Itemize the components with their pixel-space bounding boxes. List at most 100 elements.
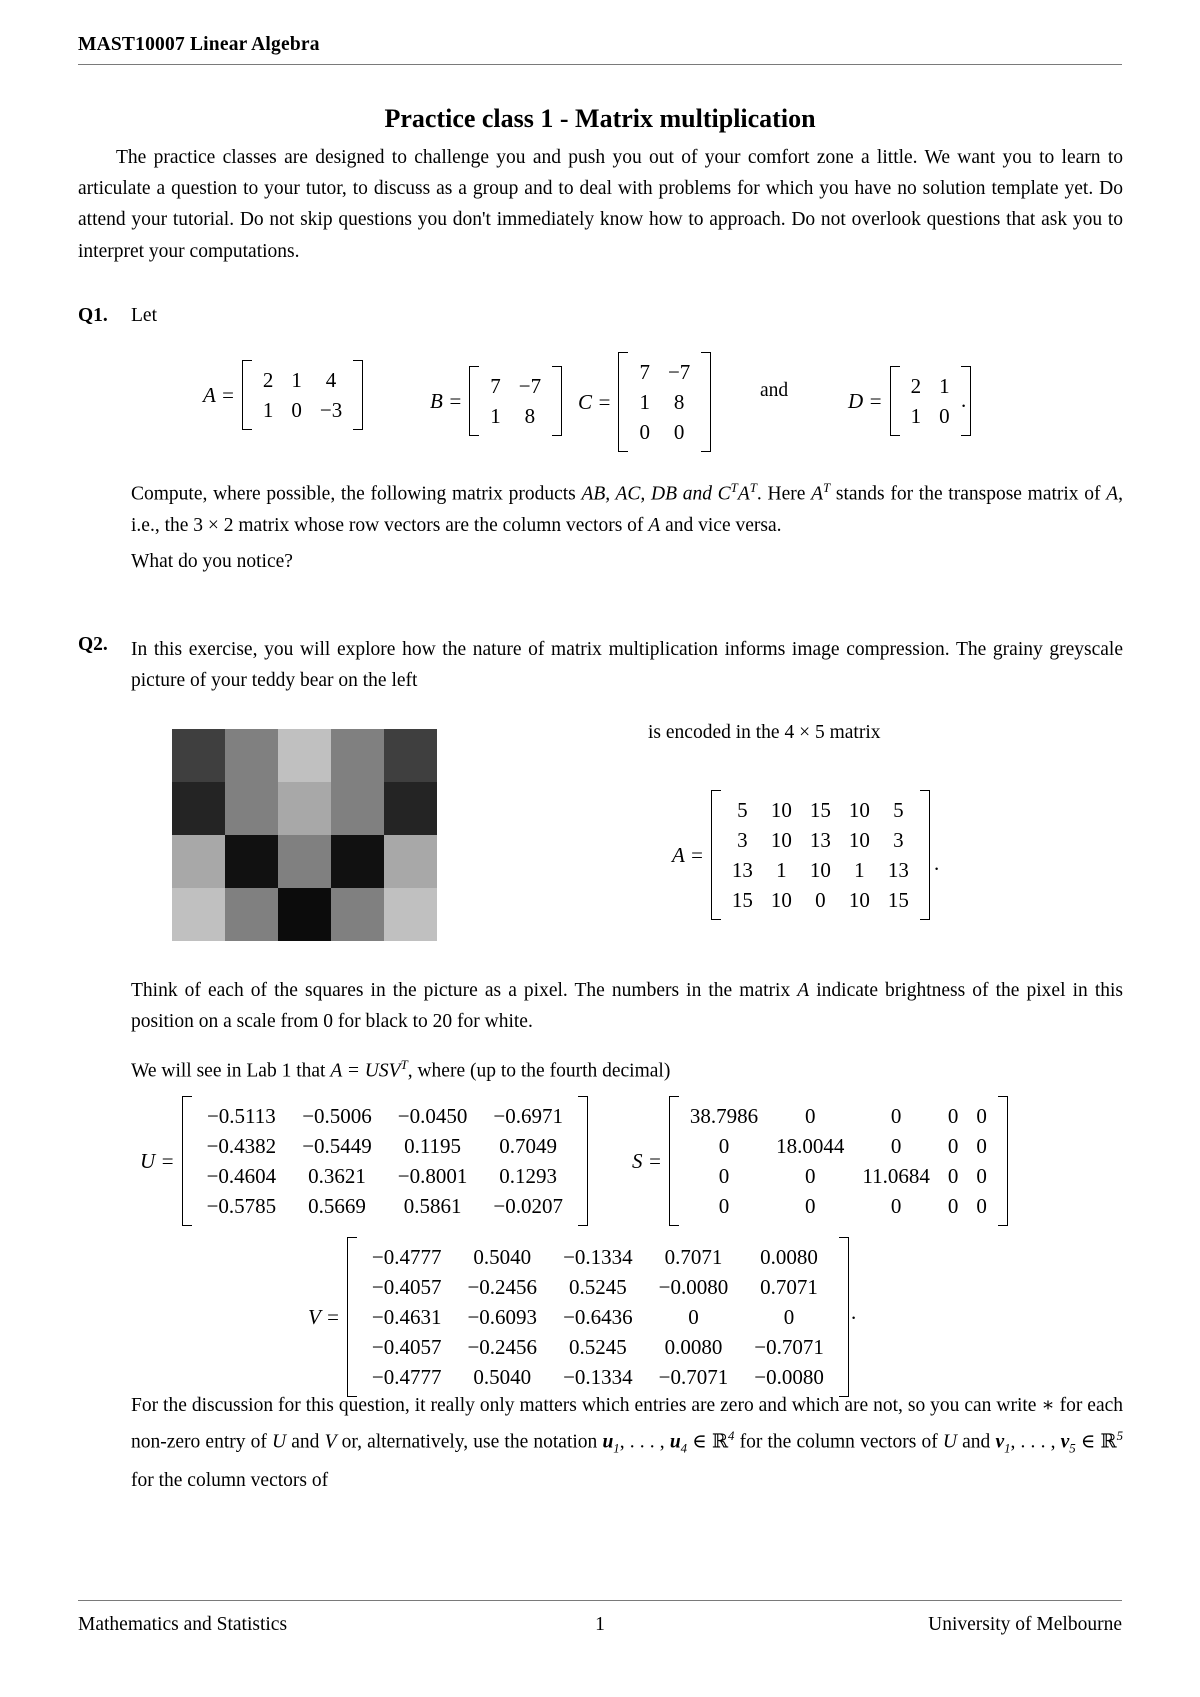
matrix-D-name: D =	[848, 388, 883, 413]
matrix-B-name: B =	[430, 388, 463, 413]
cell: 10	[848, 887, 870, 912]
cell: −7	[518, 373, 542, 398]
cell: −0.4057	[371, 1274, 442, 1299]
matrix-U-symbol: U	[272, 1431, 287, 1453]
cell: −0.0080	[658, 1274, 729, 1299]
cell: −0.5006	[302, 1103, 372, 1128]
page-title: Practice class 1 - Matrix multiplication	[384, 104, 816, 133]
cell: 10	[809, 857, 831, 882]
cell: 13	[887, 857, 909, 882]
compute-text-a: Compute, where possible, the following m…	[131, 483, 582, 505]
cell: 1	[910, 403, 922, 428]
matrix-A-image-name: A =	[672, 842, 704, 867]
matrix-D: D = 2 1 1 0	[848, 366, 971, 436]
matrix-S-name: S =	[632, 1148, 662, 1173]
cell: 0	[976, 1193, 987, 1218]
bracket-left	[241, 360, 252, 430]
matrix-A-symbol: A	[797, 980, 810, 1001]
cell: −0.6436	[563, 1304, 633, 1329]
final-paragraph: For the discussion for this question, it…	[131, 1395, 1124, 1491]
vector-u4: u	[669, 1431, 681, 1453]
cell: 0	[291, 397, 302, 422]
pixel-r1-c3	[278, 729, 331, 782]
svd-equation: A = USV	[330, 1060, 401, 1082]
cell: 1	[490, 403, 501, 428]
cell: 1	[939, 373, 950, 398]
bracket-left	[346, 1237, 357, 1397]
pixel-r2-c4	[331, 782, 384, 835]
pixel-r1-c4	[331, 729, 384, 782]
cell: 0.7071	[760, 1274, 818, 1299]
cell: −0.5113	[206, 1103, 276, 1128]
cell: 0	[805, 1193, 816, 1218]
final-text-f: for the column vectors of	[131, 1469, 329, 1491]
bracket-left	[889, 366, 900, 436]
bracket-right	[577, 1096, 588, 1226]
cell: −0.4777	[371, 1364, 442, 1389]
matrix-S-cells: 38.7986 0 0 0 0 0 18.0044 0 0 0 0 0 11.0…	[679, 1096, 998, 1226]
footer-right: University of Melbourne	[928, 1614, 1122, 1635]
matrix-V: V = −0.4777 0.5040 −0.1334 0.7071 0.0080…	[308, 1237, 849, 1397]
cell: 38.7986	[689, 1103, 759, 1128]
cell: −0.1334	[563, 1364, 633, 1389]
pixel-r4-c1	[172, 888, 225, 941]
pixel-r1-c2	[225, 729, 278, 782]
cell: 15	[731, 887, 753, 912]
matrix-C-name: C =	[578, 389, 612, 414]
lab-text-a: We will see in Lab 1 that	[131, 1060, 331, 1082]
matrix-A-image: A = 5 10 15 10 5 3 10 13 10 3 13 1 10 1 …	[672, 790, 930, 920]
cell: 8	[673, 389, 685, 414]
notice-paragraph: What do you notice?	[131, 551, 293, 572]
matrix-C: C = 7 −7 1 8 0 0	[578, 352, 712, 452]
intro-paragraph: The practice classes are designed to cha…	[78, 147, 1123, 262]
cell: 4	[325, 367, 337, 392]
bracket-right	[838, 1237, 849, 1397]
cell: 1	[854, 857, 865, 882]
bracket-left	[469, 366, 480, 436]
cell: 0.7049	[499, 1133, 558, 1158]
think-paragraph: Think of each of the squares in the pict…	[131, 975, 1123, 1037]
cell: 5	[737, 797, 748, 822]
pixel-r3-c1	[172, 835, 225, 888]
cell: 0.5040	[473, 1244, 532, 1269]
cell: 10	[770, 797, 792, 822]
matrix-products: AB, AC, DB and C	[581, 483, 731, 505]
cell: 0	[947, 1103, 959, 1128]
cell: 0	[718, 1193, 730, 1218]
cell: 15	[809, 797, 831, 822]
cell: −0.5449	[302, 1133, 372, 1158]
period-after-image-matrix: .	[934, 851, 940, 875]
cell: −0.4777	[371, 1244, 442, 1269]
cell: 1	[776, 857, 787, 882]
pixel-r1-c5	[384, 729, 437, 782]
matrix-A-name: A =	[203, 382, 235, 407]
final-text-e: and	[957, 1431, 996, 1453]
matrix-A: A = 2 1 4 1 0 −3	[203, 360, 364, 430]
cell: 0	[718, 1163, 730, 1188]
cell: 0	[639, 419, 650, 444]
period-after-D: .	[961, 388, 967, 412]
matrix-U-cells: −0.5113 −0.5006 −0.0450 −0.6971 −0.4382 …	[192, 1096, 578, 1226]
cell: 0	[890, 1193, 902, 1218]
document-page: MAST10007 Linear Algebra Practice class …	[0, 0, 1200, 1697]
cell: 0.0080	[760, 1244, 818, 1269]
bracket-left	[618, 352, 629, 452]
header-rule	[78, 64, 1122, 65]
bracket-left	[181, 1096, 192, 1226]
cell: 3	[893, 827, 904, 852]
cell: −0.7071	[754, 1334, 824, 1359]
matrix-B: B = 7 −7 1 8	[430, 366, 563, 436]
transpose-sup: T	[749, 481, 757, 495]
matrix-A-symbol: A	[1106, 483, 1119, 505]
cell: 1	[639, 389, 650, 414]
cell: 0	[947, 1163, 959, 1188]
matrix-S: S = 38.7986 0 0 0 0 0 18.0044 0 0 0 0 0 …	[632, 1096, 1008, 1226]
pixel-r3-c5	[384, 835, 437, 888]
conjunction-and: and	[760, 380, 789, 401]
cell: 0	[815, 887, 826, 912]
pixel-r2-c3	[278, 782, 331, 835]
compute-text-e: and vice versa.	[660, 514, 782, 536]
final-text-c: or, alternatively, use the notation	[336, 1431, 603, 1453]
cell: −0.7071	[658, 1364, 729, 1389]
encoded-caption: is encoded in the 4 × 5 matrix	[648, 722, 881, 743]
